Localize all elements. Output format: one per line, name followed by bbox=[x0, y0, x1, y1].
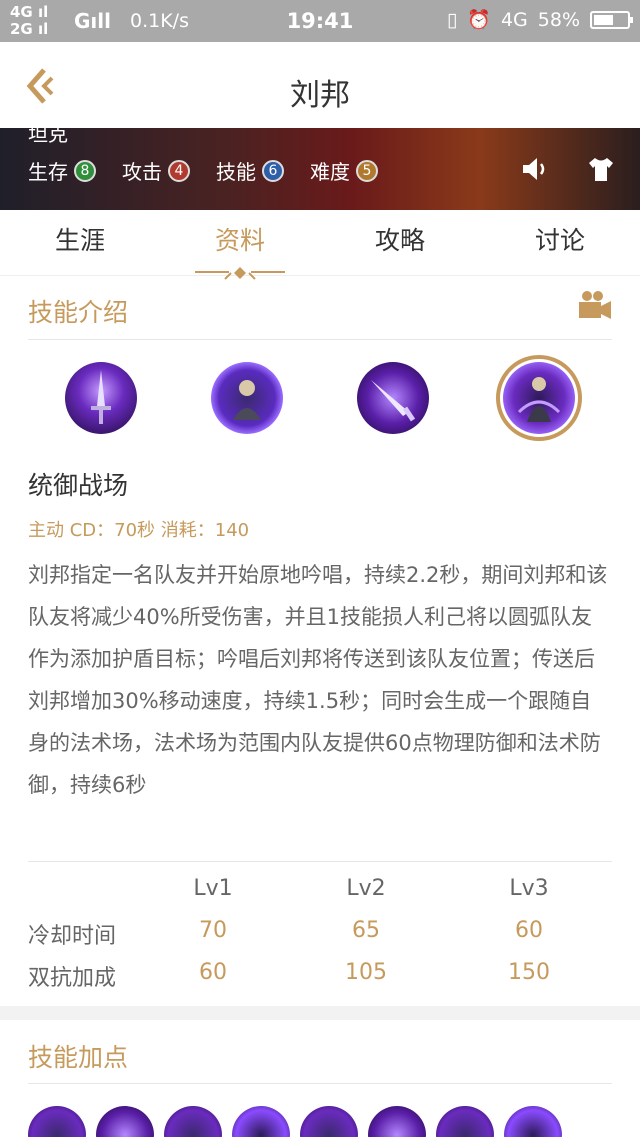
hero-figure-icon bbox=[233, 380, 261, 420]
row-label: 冷却时间 bbox=[28, 924, 117, 949]
skill-description: 刘邦指定一名队友并开始原地吟唱，持续2.2秒，期间刘邦和该队友将减少40%所受伤… bbox=[28, 563, 608, 797]
stat-badge: 4 bbox=[168, 159, 190, 182]
skill-point-icon[interactable] bbox=[504, 1106, 562, 1137]
skill-points-title: 技能加点 bbox=[28, 1043, 129, 1072]
hero-type-label: 坦克 bbox=[28, 128, 68, 146]
active-tab-indicator bbox=[195, 267, 285, 280]
skill-point-icon[interactable] bbox=[300, 1106, 358, 1137]
shirt-icon[interactable] bbox=[586, 154, 616, 184]
dagger-icon bbox=[371, 380, 416, 422]
section-separator bbox=[0, 1006, 640, 1020]
status-bar: 4G ıl 2G ıl Gıll 0.1K/s 19:41 ▯ ⏰ 4G 58% bbox=[0, 0, 640, 42]
skill-point-icon[interactable] bbox=[232, 1106, 290, 1137]
video-camera-icon[interactable] bbox=[578, 290, 612, 320]
tab-info-label: 资料 bbox=[214, 226, 265, 255]
app-header: 刘邦 bbox=[0, 42, 640, 128]
stat-skill: 技能 6 bbox=[216, 156, 284, 185]
skill-name: 统御战场 bbox=[28, 471, 129, 500]
stat-badge: 6 bbox=[262, 159, 284, 182]
level-header: Lv3 bbox=[509, 876, 549, 901]
stat-badge: 8 bbox=[74, 159, 96, 182]
divider bbox=[28, 861, 612, 862]
battery-percent: 58% bbox=[537, 8, 580, 31]
hero-banner: 坦克 生存 8 攻击 4 技能 6 难度 5 bbox=[0, 128, 640, 210]
status-icons: ▯ ⏰ 4G 58% bbox=[446, 8, 633, 31]
table-cell: 60 bbox=[515, 918, 543, 943]
skill-point-icon[interactable] bbox=[436, 1106, 494, 1137]
battery-icon bbox=[590, 10, 633, 29]
skill-point-icon[interactable] bbox=[368, 1106, 426, 1137]
table-cell: 65 bbox=[352, 918, 380, 943]
table-cell: 105 bbox=[345, 960, 387, 985]
hero-figure-icon bbox=[517, 377, 561, 422]
tab-info[interactable]: 资料 bbox=[160, 210, 320, 280]
divider bbox=[28, 1083, 612, 1084]
speaker-icon[interactable] bbox=[520, 154, 550, 184]
hero-actions bbox=[520, 154, 616, 184]
skill-4-icon[interactable] bbox=[503, 362, 575, 434]
tab-career[interactable]: 生涯 bbox=[0, 210, 160, 275]
sword-icon bbox=[91, 370, 111, 424]
page-title: 刘邦 bbox=[290, 78, 350, 113]
tab-bar: 生涯 资料 攻略 讨论 bbox=[0, 210, 640, 280]
skills-section-title: 技能介绍 bbox=[28, 298, 129, 327]
row-label: 双抗加成 bbox=[28, 966, 117, 991]
stat-survival: 生存 8 bbox=[28, 156, 96, 185]
network-4g-icon: 4G bbox=[500, 8, 528, 31]
level-header: Lv1 bbox=[193, 876, 233, 901]
hero-stats: 生存 8 攻击 4 技能 6 难度 5 bbox=[28, 156, 378, 185]
stat-attack: 攻击 4 bbox=[122, 156, 190, 185]
table-cell: 70 bbox=[199, 918, 227, 943]
table-cell: 150 bbox=[508, 960, 550, 985]
skill-meta: 主动 CD：70秒 消耗：140 bbox=[28, 520, 250, 541]
level-header: Lv2 bbox=[346, 876, 386, 901]
skill-3-icon[interactable] bbox=[357, 362, 429, 434]
skill-point-icon[interactable] bbox=[96, 1106, 154, 1137]
tab-discussion[interactable]: 讨论 bbox=[480, 210, 640, 275]
table-cell: 60 bbox=[199, 960, 227, 985]
skill-point-icon[interactable] bbox=[28, 1106, 86, 1137]
skill-2-icon[interactable] bbox=[211, 362, 283, 434]
stat-difficulty: 难度 5 bbox=[310, 156, 378, 185]
divider bbox=[28, 339, 612, 340]
skill-1-icon[interactable] bbox=[65, 362, 137, 434]
skill-point-icon[interactable] bbox=[164, 1106, 222, 1137]
tab-guide[interactable]: 攻略 bbox=[320, 210, 480, 275]
vibrate-icon: ▯ bbox=[446, 8, 458, 31]
stat-badge: 5 bbox=[356, 159, 378, 182]
alarm-icon: ⏰ bbox=[467, 9, 491, 31]
